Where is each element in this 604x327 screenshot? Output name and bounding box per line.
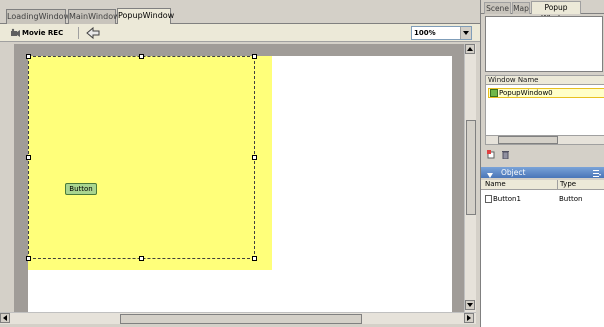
add-window-icon[interactable] <box>487 150 496 159</box>
window-list: PopupWindow0 <box>485 85 604 135</box>
chevron-down-icon[interactable] <box>460 27 471 39</box>
resize-handle-e[interactable] <box>252 155 257 160</box>
right-panel: Scene Map Popup Window Window Name Popup… <box>480 0 604 327</box>
object-panel-title: Object <box>501 168 526 177</box>
tab-main-window[interactable]: MainWindow <box>68 9 120 24</box>
editor-pane: LoadingWindow MainWindow PopupWindow Mov… <box>0 0 480 327</box>
table-row[interactable]: Button1 Button <box>481 194 604 204</box>
vertical-scrollbar[interactable] <box>464 44 476 312</box>
canvas-button-widget[interactable]: Button <box>65 183 97 195</box>
selection-box[interactable] <box>28 56 255 259</box>
resize-handle-s[interactable] <box>139 256 144 261</box>
stage[interactable]: Button <box>26 54 452 312</box>
object-icon <box>485 195 492 203</box>
object-table: Name Type Button1 Button <box>481 180 604 327</box>
movie-camera-icon <box>10 28 20 38</box>
object-table-header: Name Type <box>481 180 604 190</box>
tab-loading-window[interactable]: LoadingWindow <box>6 9 70 24</box>
preview-pane <box>485 16 603 72</box>
editor-tab-bar: LoadingWindow MainWindow PopupWindow <box>0 0 480 25</box>
scroll-left-arrow[interactable] <box>0 313 10 323</box>
horizontal-scrollbar[interactable] <box>0 312 476 324</box>
zoom-value: 100% <box>414 29 436 37</box>
resize-handle-se[interactable] <box>252 256 257 261</box>
window-list-scrollbar[interactable] <box>485 135 604 145</box>
object-name-cell: Button1 <box>485 194 521 204</box>
tab-map[interactable]: Map <box>512 2 530 14</box>
tab-popup-window[interactable]: PopupWindow <box>117 8 174 25</box>
object-type-cell: Button <box>559 195 583 203</box>
movie-rec-label: Movie REC <box>22 29 64 37</box>
horizontal-scroll-thumb[interactable] <box>120 314 362 324</box>
editor-toolbar: Movie REC 100% <box>0 24 480 42</box>
tab-scene[interactable]: Scene <box>484 2 511 14</box>
resize-handle-w[interactable] <box>26 155 31 160</box>
type-column-header[interactable]: Type <box>557 180 576 189</box>
list-item[interactable]: PopupWindow0 <box>488 88 604 98</box>
name-column-header[interactable]: Name <box>485 180 506 189</box>
back-arrow-icon <box>86 26 100 40</box>
resize-handle-nw[interactable] <box>26 54 31 59</box>
scroll-right-arrow[interactable] <box>464 313 474 323</box>
object-name-text: Button1 <box>493 195 521 203</box>
movie-rec-button[interactable]: Movie REC <box>10 26 68 40</box>
toolbar-divider <box>78 27 79 39</box>
canvas-area: Button <box>14 44 464 312</box>
delete-window-icon[interactable] <box>501 150 510 160</box>
vertical-scroll-thumb[interactable] <box>466 120 476 215</box>
window-list-tools <box>487 150 527 162</box>
window-name-column-header[interactable]: Window Name <box>485 75 604 85</box>
panel-menu-icon[interactable] <box>593 169 601 180</box>
resize-handle-ne[interactable] <box>252 54 257 59</box>
back-arrow-button[interactable] <box>84 26 102 40</box>
resize-handle-n[interactable] <box>139 54 144 59</box>
object-panel-header[interactable]: Object <box>481 167 604 178</box>
window-icon <box>490 89 498 97</box>
scroll-up-arrow[interactable] <box>465 44 475 54</box>
resize-handle-sw[interactable] <box>26 256 31 261</box>
window-item-label: PopupWindow0 <box>499 89 553 97</box>
scroll-down-arrow[interactable] <box>465 300 475 310</box>
tab-popup-window-panel[interactable]: Popup Window <box>531 1 581 23</box>
panel-tab-bar: Scene Map Popup Window <box>481 0 604 23</box>
window-list-scroll-thumb[interactable] <box>498 136 558 144</box>
zoom-select[interactable]: 100% <box>411 26 472 40</box>
